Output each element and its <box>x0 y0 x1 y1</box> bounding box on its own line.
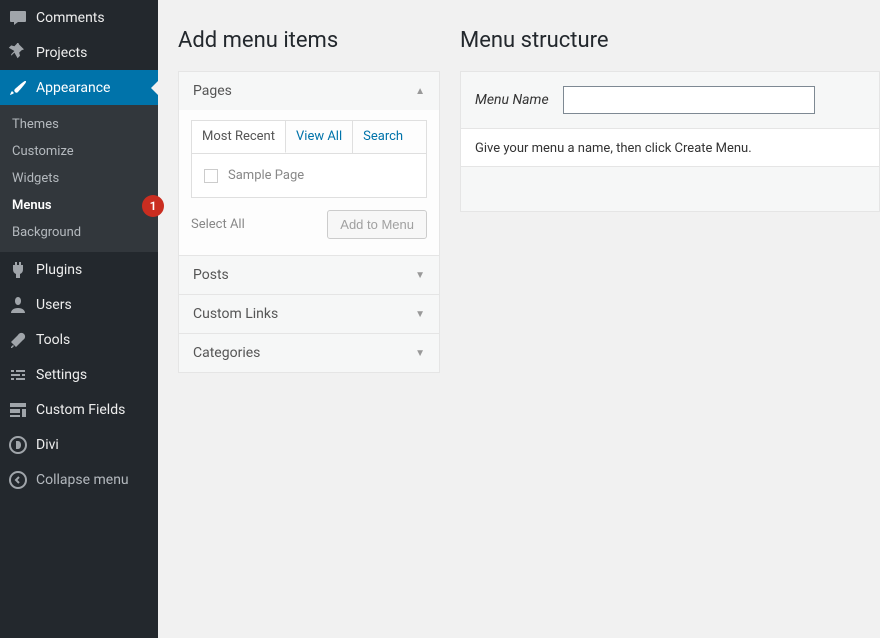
admin-sidebar: Comments Projects Appearance Themes Cust… <box>0 0 158 638</box>
sidebar-item-settings[interactable]: Settings <box>0 357 158 392</box>
accordion-header-pages[interactable]: Pages ▲ <box>179 72 439 110</box>
menu-structure-panel: Menu Name Give your menu a name, then cl… <box>460 71 880 212</box>
sidebar-item-users[interactable]: Users <box>0 287 158 322</box>
collapse-icon <box>8 470 28 490</box>
accordion-header-categories[interactable]: Categories ▼ <box>179 333 439 372</box>
comments-icon <box>8 8 28 28</box>
tab-view-all[interactable]: View All <box>286 121 353 153</box>
sidebar-item-plugins[interactable]: Plugins <box>0 252 158 287</box>
custom-fields-icon <box>8 400 28 420</box>
menu-name-label: Menu Name <box>475 92 549 108</box>
page-item-sample-page[interactable]: Sample Page <box>204 168 414 183</box>
submenu-item-customize[interactable]: Customize <box>0 138 158 165</box>
pages-tab-content: Sample Page <box>191 153 427 198</box>
accordion-header-custom-links[interactable]: Custom Links ▼ <box>179 294 439 333</box>
accordion-title: Custom Links <box>193 306 278 322</box>
sidebar-item-appearance[interactable]: Appearance <box>0 70 158 105</box>
sidebar-item-projects[interactable]: Projects <box>0 35 158 70</box>
main-content: Add menu items Pages ▲ Most Recent View … <box>158 0 880 638</box>
menu-structure-header: Menu Name <box>461 72 879 129</box>
sidebar-item-label: Tools <box>36 332 70 348</box>
sidebar-submenu-appearance: Themes Customize Widgets Menus 1 Backgro… <box>0 105 158 252</box>
users-icon <box>8 295 28 315</box>
chevron-down-icon: ▼ <box>415 348 425 359</box>
sidebar-item-label: Comments <box>36 10 105 26</box>
brush-icon <box>8 78 28 98</box>
menu-structure-heading: Menu structure <box>460 28 880 53</box>
tab-search[interactable]: Search <box>353 121 413 153</box>
tools-icon <box>8 330 28 350</box>
pin-icon <box>8 43 28 63</box>
accordion-title: Categories <box>193 345 260 361</box>
submenu-item-widgets[interactable]: Widgets <box>0 165 158 192</box>
accordion-header-posts[interactable]: Posts ▼ <box>179 255 439 294</box>
accordion-title: Posts <box>193 267 229 283</box>
chevron-down-icon: ▼ <box>415 309 425 320</box>
add-to-menu-button[interactable]: Add to Menu <box>327 210 427 239</box>
plugin-icon <box>8 260 28 280</box>
sidebar-item-label: Projects <box>36 45 87 61</box>
submenu-item-background[interactable]: Background <box>0 219 158 246</box>
chevron-up-icon: ▲ <box>415 86 425 97</box>
page-item-label: Sample Page <box>228 168 304 183</box>
sidebar-item-divi[interactable]: Divi <box>0 427 158 462</box>
sidebar-item-label: Custom Fields <box>36 402 125 418</box>
sidebar-collapse[interactable]: Collapse menu <box>0 462 158 497</box>
add-menu-items-accordion: Pages ▲ Most Recent View All Search <box>178 71 440 373</box>
sidebar-item-tools[interactable]: Tools <box>0 322 158 357</box>
accordion-title: Pages <box>193 83 232 99</box>
sidebar-collapse-label: Collapse menu <box>36 472 129 488</box>
menu-structure-instruction: Give your menu a name, then click Create… <box>461 129 879 167</box>
add-menu-items-heading: Add menu items <box>178 28 440 53</box>
select-all-link[interactable]: Select All <box>191 217 245 232</box>
sidebar-item-label: Plugins <box>36 262 82 278</box>
divi-icon <box>8 435 28 455</box>
submenu-item-themes[interactable]: Themes <box>0 111 158 138</box>
sidebar-item-label: Divi <box>36 437 59 453</box>
sidebar-item-label: Users <box>36 297 72 313</box>
sidebar-item-label: Appearance <box>36 80 110 96</box>
pages-tabs: Most Recent View All Search <box>191 120 427 153</box>
submenu-item-menus[interactable]: Menus 1 <box>0 192 158 219</box>
chevron-down-icon: ▼ <box>415 270 425 281</box>
menu-structure-footer <box>461 167 879 211</box>
accordion-body-pages: Most Recent View All Search Sample Page <box>179 110 439 255</box>
sidebar-item-label: Settings <box>36 367 87 383</box>
checkbox-icon[interactable] <box>204 169 218 183</box>
tab-most-recent[interactable]: Most Recent <box>192 121 286 153</box>
sidebar-item-comments[interactable]: Comments <box>0 0 158 35</box>
settings-icon <box>8 365 28 385</box>
sidebar-item-custom-fields[interactable]: Custom Fields <box>0 392 158 427</box>
menu-name-input[interactable] <box>563 86 815 114</box>
annotation-badge: 1 <box>142 195 164 217</box>
